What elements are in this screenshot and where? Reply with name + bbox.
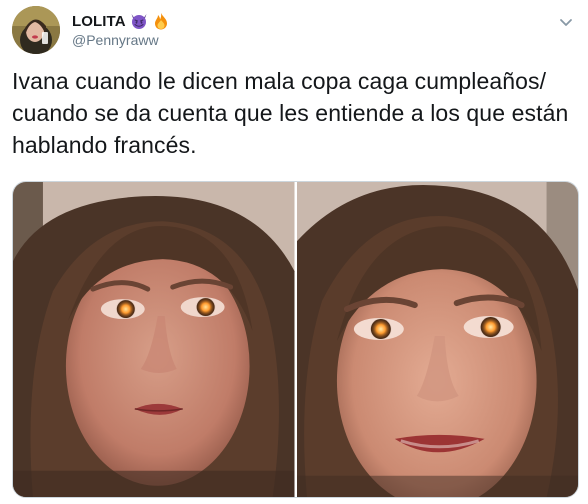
tweet-header: LOLITA @Pennyraww [12,6,576,56]
photo-right[interactable] [296,182,578,497]
display-name[interactable]: LOLITA [72,13,126,30]
woman-serious-glowing-eyes-image [13,182,295,497]
media-grid [12,181,579,498]
chevron-down-icon[interactable] [556,12,576,32]
woman-smiling-glowing-eyes-image [296,182,578,497]
fire-icon [154,13,167,30]
avatar-image [12,6,60,54]
smiling-devil-icon [131,14,147,29]
author-block: LOLITA @Pennyraww [72,11,170,48]
display-name-row: LOLITA [72,11,170,31]
photo-left[interactable] [13,182,295,497]
tweet-card: LOLITA @Pennyraww Ivana cuando le dicen … [0,0,588,504]
tweet-text: Ivana cuando le dicen mala copa caga cum… [12,68,569,158]
avatar[interactable] [12,6,60,54]
user-handle[interactable]: @Pennyraww [72,32,170,48]
